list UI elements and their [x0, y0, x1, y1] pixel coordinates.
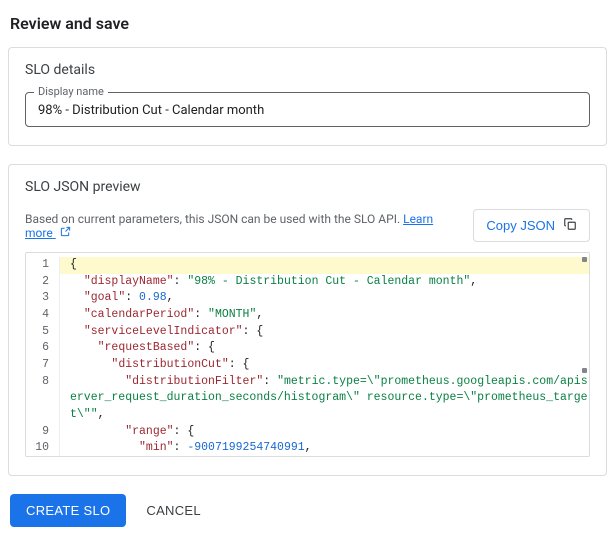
copy-icon: [563, 217, 577, 234]
json-preview-title: SLO JSON preview: [25, 179, 590, 195]
code-content: "calendarPeriod": "MONTH",: [60, 307, 589, 324]
code-content: "displayName": "98% - Distribution Cut -…: [60, 274, 589, 291]
slo-details-card: SLO details Display name: [8, 47, 607, 146]
line-number: 3: [26, 290, 60, 307]
code-line: 8 "distributionFilter": "metric.type=\"p…: [26, 374, 589, 424]
code-line: 6 "requestBased": {: [26, 340, 589, 357]
code-content: "distributionFilter": "metric.type=\"pro…: [60, 374, 589, 424]
code-line: 1{: [26, 257, 589, 274]
scrollbar-thumb-icon[interactable]: [582, 257, 587, 262]
external-link-icon: [60, 226, 71, 240]
slo-details-title: SLO details: [25, 62, 590, 78]
code-line: 2 "displayName": "98% - Distribution Cut…: [26, 274, 589, 291]
cancel-button[interactable]: Cancel: [146, 503, 201, 518]
display-name-input[interactable]: [38, 103, 577, 118]
code-content: "min": -9007199254740991,: [60, 440, 589, 457]
action-buttons: Create SLO Cancel: [8, 494, 607, 527]
code-content: {: [60, 257, 589, 274]
code-content: "range": {: [60, 424, 589, 441]
json-code-pane[interactable]: 1{2 "displayName": "98% - Distribution C…: [25, 252, 590, 457]
line-number: 10: [26, 440, 60, 457]
copy-json-button[interactable]: Copy JSON: [473, 209, 590, 242]
create-slo-button[interactable]: Create SLO: [10, 494, 126, 527]
code-content: "serviceLevelIndicator": {: [60, 324, 589, 341]
scrollbar-thumb-icon[interactable]: [582, 368, 587, 373]
code-content: "goal": 0.98,: [60, 290, 589, 307]
display-name-field[interactable]: Display name: [25, 92, 590, 127]
line-number: 9: [26, 424, 60, 441]
line-number: 2: [26, 274, 60, 291]
line-number: 4: [26, 307, 60, 324]
code-line: 5 "serviceLevelIndicator": {: [26, 324, 589, 341]
line-number: 5: [26, 324, 60, 341]
page-title: Review and save: [10, 14, 607, 33]
code-content: "requestBased": {: [60, 340, 589, 357]
code-line: 7 "distributionCut": {: [26, 357, 589, 374]
code-line: 9 "range": {: [26, 424, 589, 441]
code-content: "distributionCut": {: [60, 357, 589, 374]
code-line: 10 "min": -9007199254740991,: [26, 440, 589, 457]
line-number: 8: [26, 374, 60, 424]
line-number: 1: [26, 257, 60, 274]
line-number: 6: [26, 340, 60, 357]
code-line: 3 "goal": 0.98,: [26, 290, 589, 307]
line-number: 7: [26, 357, 60, 374]
display-name-label: Display name: [34, 85, 108, 98]
code-line: 4 "calendarPeriod": "MONTH",: [26, 307, 589, 324]
json-preview-card: SLO JSON preview Based on current parame…: [8, 164, 607, 476]
json-help-text: Based on current parameters, this JSON c…: [25, 212, 461, 240]
